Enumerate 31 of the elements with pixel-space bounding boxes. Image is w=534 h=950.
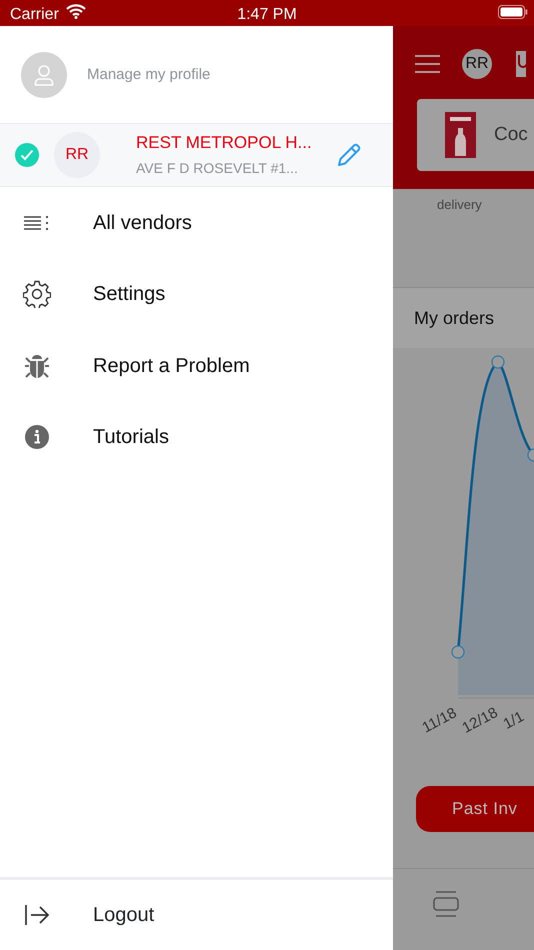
vendor-name: REST METROPOL H...	[136, 132, 313, 154]
list-icon	[24, 216, 49, 230]
axis-label: 11/18	[418, 703, 460, 738]
avatar-badge[interactable]: RR	[462, 49, 492, 79]
product-card[interactable]: Coc	[417, 99, 534, 171]
battery-icon	[498, 5, 528, 20]
pencil-icon[interactable]	[336, 142, 362, 168]
section-title: My orders	[414, 306, 494, 330]
axis-label: 12/18	[458, 703, 502, 738]
axis-label: 1/1	[500, 707, 528, 734]
menu-icon[interactable]	[415, 55, 440, 73]
chart-point	[491, 355, 505, 369]
settings-icon	[22, 280, 50, 308]
menu-item[interactable]: Tutorials	[0, 402, 393, 473]
carrier-label: Carrier	[10, 6, 59, 23]
past-invoices-button[interactable]: Past Inv	[416, 786, 534, 832]
wifi-icon	[66, 4, 86, 20]
clock-time: 1:47 PM	[237, 5, 297, 25]
menu-item[interactable]: All vendors	[0, 187, 393, 258]
vendor-address: AVE F D ROSEVELT #1...	[136, 158, 299, 178]
info-icon	[24, 424, 50, 450]
menu-item[interactable]: Settings	[0, 258, 393, 330]
vendor-avatar: RR	[54, 132, 100, 178]
menu-item[interactable]: Report a Problem	[0, 330, 393, 402]
vendor-item[interactable]: RR REST METROPOL H... AVE F D ROSEVELT #1...	[0, 123, 393, 187]
chart-point	[451, 645, 465, 659]
logout-icon	[24, 904, 50, 926]
avatar-icon[interactable]	[21, 52, 67, 98]
caption-text: delivery	[437, 197, 482, 212]
bottle-icon	[445, 112, 476, 158]
tab-icon[interactable]	[433, 891, 459, 917]
